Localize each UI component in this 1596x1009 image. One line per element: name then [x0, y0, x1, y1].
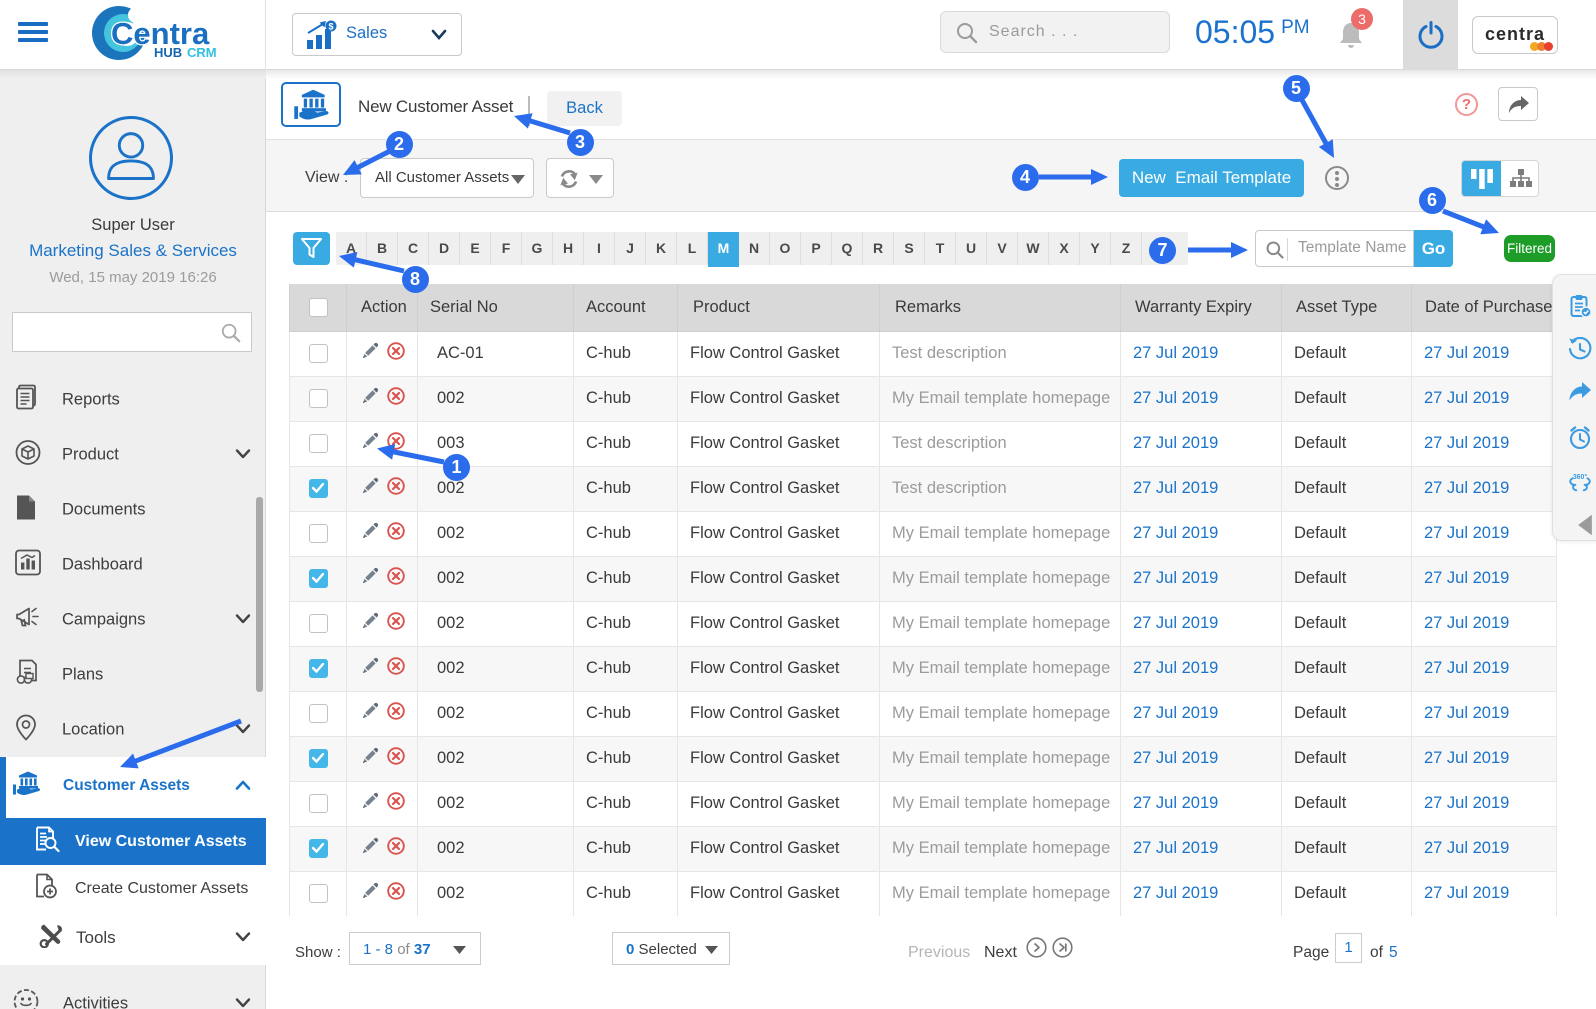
svg-text:HUB: HUB — [154, 45, 182, 60]
svg-text:$: $ — [328, 22, 333, 32]
svg-text:CRM: CRM — [187, 45, 217, 60]
svg-text:360°: 360° — [1573, 473, 1588, 481]
